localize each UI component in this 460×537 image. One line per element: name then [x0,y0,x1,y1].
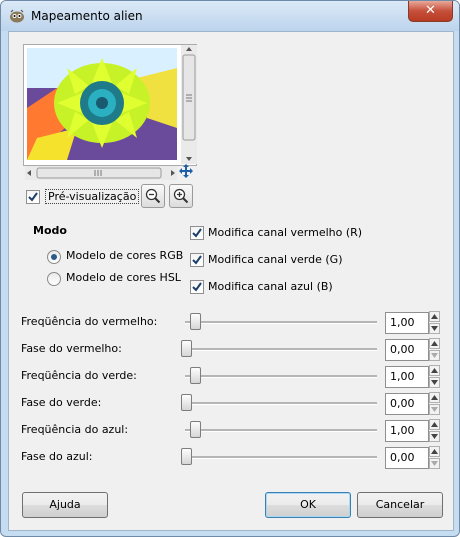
green-frequency-spinner[interactable] [429,365,440,388]
red-frequency-spinner[interactable] [429,311,440,334]
close-button[interactable]: ✕ [408,1,453,22]
help-button[interactable]: Ajuda [22,492,108,518]
zoom-out-icon [145,188,161,204]
chevron-up-icon [431,314,438,319]
preview-vertical-scrollbar[interactable] [181,45,197,164]
green-phase-slider-thumb[interactable] [181,394,192,411]
blue-phase-slider-thumb[interactable] [181,448,192,465]
preview-area [23,44,197,166]
ok-button[interactable]: OK [265,492,351,518]
preview-image [27,48,177,160]
radio-rgb[interactable] [47,250,61,264]
spin-down-button[interactable] [429,350,440,361]
blue-phase-input[interactable]: 0,00 [385,447,429,469]
blue-frequency-slider-track[interactable] [185,429,377,432]
chevron-up-icon [431,422,438,427]
checkmark-icon [28,192,38,202]
spin-down-button[interactable] [429,404,440,415]
green-phase-slider-track[interactable] [185,402,377,405]
green-frequency-value: 1,00 [390,370,415,383]
chevron-down-icon [431,380,438,385]
blue-channel-label[interactable]: Modifica canal azul (B) [208,280,333,293]
radio-hsl-label[interactable]: Modelo de cores HSL [66,271,181,284]
green-frequency-input[interactable]: 1,00 [385,366,429,388]
chevron-up-icon [431,368,438,373]
checkmark-icon [192,282,202,292]
green-phase-value: 0,00 [390,397,415,410]
green-phase-spinner[interactable] [429,392,440,415]
preview-label[interactable]: Pré-visualização [45,189,140,204]
red-phase-slider-track[interactable] [185,348,377,351]
blue-phase-spinner[interactable] [429,446,440,469]
cancel-button[interactable]: Cancelar [357,492,443,518]
red-channel-checkbox[interactable] [190,226,204,240]
red-phase-input[interactable]: 0,00 [385,339,429,361]
red-channel-label[interactable]: Modifica canal vermelho (R) [208,226,362,239]
red-phase-label: Fase do vermelho: [21,342,122,355]
gimp-icon [10,9,24,23]
chevron-down-icon [431,353,438,358]
window-title: Mapeamento alien [31,9,143,23]
red-phase-spinner[interactable] [429,338,440,361]
green-frequency-label: Freqüência do verde: [21,369,137,382]
chevron-up-icon [431,395,438,400]
close-icon: ✕ [425,3,436,18]
blue-frequency-input[interactable]: 1,00 [385,420,429,442]
navigate-icon[interactable] [178,163,194,179]
spin-up-button[interactable] [429,419,440,430]
chevron-up-icon [431,449,438,454]
spin-down-button[interactable] [429,458,440,469]
red-frequency-label: Freqüência do vermelho: [21,315,158,328]
green-channel-label[interactable]: Modifica canal verde (G) [208,253,343,266]
blue-frequency-slider-thumb[interactable] [190,421,201,438]
preview-checkbox[interactable] [26,190,40,204]
spin-up-button[interactable] [429,311,440,322]
radio-hsl[interactable] [47,272,61,286]
blue-frequency-spinner[interactable] [429,419,440,442]
green-channel-checkbox[interactable] [190,253,204,267]
zoom-in-button[interactable] [169,184,193,208]
title-bar[interactable]: Mapeamento alien ✕ [1,1,459,31]
zoom-out-button[interactable] [141,184,165,208]
mode-heading: Modo [33,224,67,237]
blue-frequency-value: 1,00 [390,424,415,437]
spin-up-button[interactable] [429,338,440,349]
spin-up-button[interactable] [429,446,440,457]
blue-phase-slider-track[interactable] [185,456,377,459]
preview-horizontal-scrollbar[interactable] [25,166,177,180]
dialog-window: Mapeamento alien ✕ Pré-visualização Modo… [0,0,460,537]
chevron-down-icon [431,461,438,466]
chevron-down-icon [431,407,438,412]
green-frequency-slider-track[interactable] [185,375,377,378]
blue-phase-label: Fase do azul: [21,450,93,463]
red-phase-slider-thumb[interactable] [181,340,192,357]
chevron-down-icon [431,434,438,439]
radio-selected-indicator [51,254,57,260]
zoom-in-icon [173,188,189,204]
red-frequency-slider-thumb[interactable] [190,313,201,330]
red-frequency-slider-track[interactable] [185,321,377,324]
green-phase-label: Fase do verde: [21,396,102,409]
radio-rgb-label[interactable]: Modelo de cores RGB [66,249,183,262]
chevron-down-icon [431,326,438,331]
spin-up-button[interactable] [429,365,440,376]
dialog-content: Pré-visualização Modo Modelo de cores RG… [8,31,454,531]
spin-down-button[interactable] [429,377,440,388]
red-phase-value: 0,00 [390,343,415,356]
spin-up-button[interactable] [429,392,440,403]
green-frequency-slider-thumb[interactable] [190,367,201,384]
blue-channel-checkbox[interactable] [190,280,204,294]
spin-down-button[interactable] [429,431,440,442]
green-phase-input[interactable]: 0,00 [385,393,429,415]
checkmark-icon [192,228,202,238]
red-frequency-input[interactable]: 1,00 [385,312,429,334]
checkmark-icon [192,255,202,265]
blue-phase-value: 0,00 [390,451,415,464]
chevron-up-icon [431,341,438,346]
red-frequency-value: 1,00 [390,316,415,329]
blue-frequency-label: Freqüência do azul: [21,423,129,436]
spin-down-button[interactable] [429,323,440,334]
